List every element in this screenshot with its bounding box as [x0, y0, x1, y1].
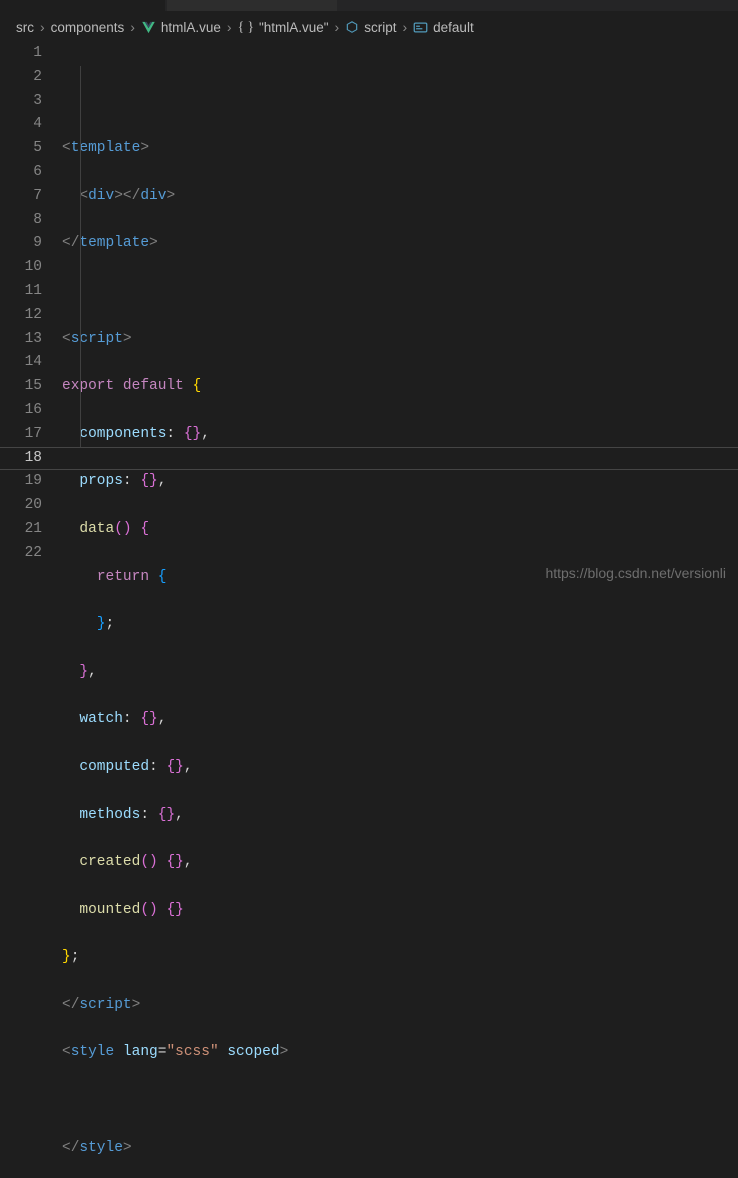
- breadcrumb-seg-src[interactable]: src: [16, 20, 34, 35]
- line-number: 13: [0, 328, 42, 352]
- line-number: 9: [0, 232, 42, 256]
- breadcrumb[interactable]: src › components › htmlA.vue › { } "html…: [0, 12, 738, 42]
- breadcrumb-seg-components[interactable]: components: [51, 20, 125, 35]
- tabs-bar[interactable]: [0, 0, 738, 12]
- code-line: props: {},: [62, 470, 738, 494]
- line-number: 7: [0, 185, 42, 209]
- line-number-gutter: 1 2 3 4 5 6 7 8 9 10 11 12 13 14 15 16 1…: [0, 42, 62, 1178]
- code-line: <div></div>: [62, 185, 738, 209]
- code-line: <script>: [62, 328, 738, 352]
- chevron-right-icon: ›: [402, 19, 407, 35]
- line-number: 22: [0, 542, 42, 566]
- code-line: };: [62, 613, 738, 637]
- line-number: 16: [0, 399, 42, 423]
- cube-icon: [345, 20, 359, 34]
- chevron-right-icon: ›: [130, 19, 135, 35]
- chevron-right-icon: ›: [40, 19, 45, 35]
- code-line: <template>: [62, 137, 738, 161]
- code-editor[interactable]: 1 2 3 4 5 6 7 8 9 10 11 12 13 14 15 16 1…: [0, 42, 738, 1178]
- code-line: computed: {},: [62, 756, 738, 780]
- line-number: 20: [0, 494, 42, 518]
- indent-guide: [80, 66, 81, 448]
- code-line: [62, 280, 738, 304]
- tab-active[interactable]: [0, 0, 165, 11]
- line-number: 8: [0, 209, 42, 233]
- breadcrumb-seg-file[interactable]: htmlA.vue: [161, 20, 221, 35]
- chevron-right-icon: ›: [227, 19, 232, 35]
- code-line: </template>: [62, 232, 738, 256]
- code-line: <style lang="scss" scoped>: [62, 1041, 738, 1065]
- line-number: 1: [0, 42, 42, 66]
- line-number: 21: [0, 518, 42, 542]
- code-line: </script>: [62, 994, 738, 1018]
- line-number: 19: [0, 470, 42, 494]
- line-number: 2: [0, 66, 42, 90]
- code-content[interactable]: <template> <div></div> </template> <scri…: [62, 42, 738, 1178]
- line-number: 4: [0, 113, 42, 137]
- code-line: watch: {},: [62, 708, 738, 732]
- breadcrumb-seg-script[interactable]: script: [364, 20, 396, 35]
- breadcrumb-seg-root[interactable]: "htmlA.vue": [259, 20, 329, 35]
- code-line: created() {},: [62, 851, 738, 875]
- breadcrumb-seg-default[interactable]: default: [433, 20, 474, 35]
- chevron-right-icon: ›: [335, 19, 340, 35]
- line-number: 18: [0, 447, 42, 471]
- code-line: };: [62, 946, 738, 970]
- line-number: 5: [0, 137, 42, 161]
- line-number: 14: [0, 351, 42, 375]
- line-number: 3: [0, 90, 42, 114]
- code-line: [62, 1089, 738, 1113]
- tab-inactive[interactable]: [167, 0, 337, 11]
- symbol-icon: [413, 21, 428, 34]
- code-line: mounted() {}: [62, 899, 738, 923]
- code-line: </style>: [62, 1137, 738, 1161]
- code-line: },: [62, 661, 738, 685]
- line-number: 6: [0, 161, 42, 185]
- line-number: 12: [0, 304, 42, 328]
- code-line: methods: {},: [62, 804, 738, 828]
- code-line: components: {},: [62, 423, 738, 447]
- code-line: data() {: [62, 518, 738, 542]
- braces-icon: { }: [238, 19, 254, 35]
- line-number: 15: [0, 375, 42, 399]
- line-number: 11: [0, 280, 42, 304]
- line-number: 17: [0, 423, 42, 447]
- active-line-highlight: [0, 447, 738, 471]
- line-number: 10: [0, 256, 42, 280]
- vue-file-icon: [141, 20, 156, 35]
- code-line: export default {: [62, 375, 738, 399]
- watermark-text: https://blog.csdn.net/versionli: [545, 565, 726, 581]
